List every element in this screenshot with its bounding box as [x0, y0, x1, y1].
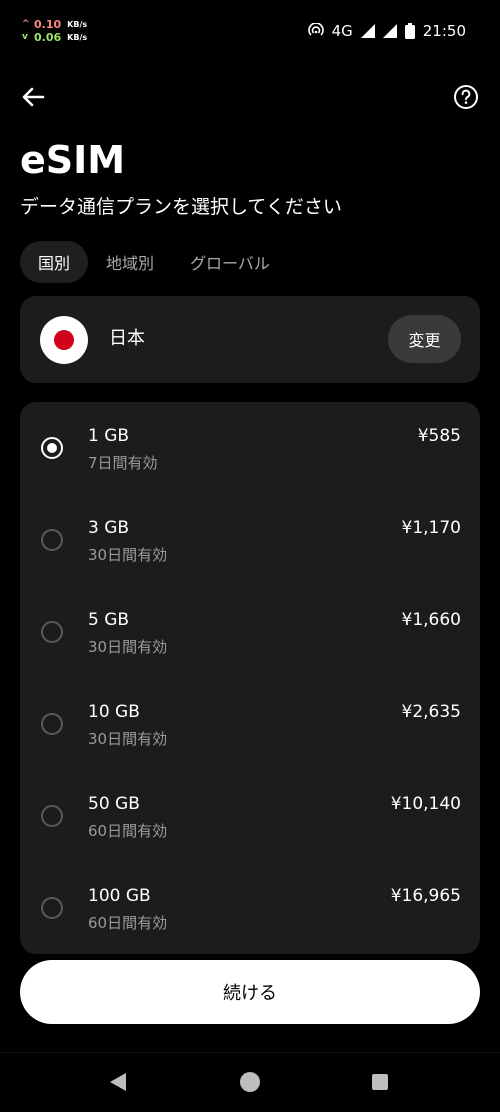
plan-item-1gb[interactable]: 1 GB 7日間有効 ¥585 — [20, 402, 480, 494]
plan-size: 100 GB — [88, 886, 151, 906]
country-card: 日本 変更 — [20, 296, 480, 383]
back-button[interactable] — [18, 82, 48, 112]
radio-button[interactable] — [41, 713, 63, 735]
radio-button[interactable] — [41, 805, 63, 827]
plan-price: ¥1,170 — [401, 518, 461, 538]
tab-bar: 国別 地域別 グローバル — [20, 241, 288, 283]
flag-circle — [54, 330, 74, 350]
upload-speed-row: ^ 0.10 KB/s — [22, 18, 87, 31]
download-speed-row: v 0.06 KB/s — [22, 31, 87, 44]
continue-button[interactable]: 続ける — [20, 960, 480, 1024]
tab-country[interactable]: 国別 — [20, 241, 89, 283]
network-speed: ^ 0.10 KB/s v 0.06 KB/s — [22, 18, 87, 44]
plan-size: 10 GB — [88, 702, 140, 722]
radio-button[interactable] — [41, 529, 63, 551]
plan-price: ¥1,660 — [401, 610, 461, 630]
page-subtitle: データ通信プランを選択してください — [20, 196, 342, 218]
plan-item-5gb[interactable]: 5 GB 30日間有効 ¥1,660 — [20, 586, 480, 678]
plan-validity: 7日間有効 — [88, 454, 158, 472]
status-bar: ^ 0.10 KB/s v 0.06 KB/s 4G 21:50 — [0, 0, 500, 64]
plan-validity: 30日間有効 — [88, 638, 168, 656]
plan-price: ¥2,635 — [401, 702, 461, 722]
plan-item-3gb[interactable]: 3 GB 30日間有効 ¥1,170 — [20, 494, 480, 586]
page-title: eSIM — [20, 138, 126, 182]
download-unit: KB/s — [67, 33, 88, 42]
tab-global[interactable]: グローバル — [172, 241, 288, 283]
change-country-button[interactable]: 変更 — [388, 315, 461, 363]
plan-price: ¥10,140 — [390, 794, 461, 814]
battery-icon — [404, 23, 415, 39]
arrow-left-icon — [22, 87, 45, 107]
plan-validity: 30日間有効 — [88, 546, 168, 564]
question-circle-icon — [454, 85, 478, 109]
upload-unit: KB/s — [67, 20, 88, 29]
help-button[interactable] — [453, 84, 479, 110]
plan-size: 3 GB — [88, 518, 130, 538]
tab-region[interactable]: 地域別 — [88, 241, 172, 283]
clock: 21:50 — [422, 22, 466, 40]
nav-home-icon[interactable] — [240, 1072, 260, 1092]
japan-flag-icon — [40, 316, 88, 364]
nav-recents-icon[interactable] — [372, 1074, 388, 1090]
radio-button[interactable] — [41, 621, 63, 643]
plan-size: 5 GB — [88, 610, 130, 630]
plan-validity: 30日間有効 — [88, 730, 168, 748]
plan-price: ¥585 — [417, 426, 461, 446]
plan-item-100gb[interactable]: 100 GB 60日間有効 ¥16,965 — [20, 862, 480, 954]
plan-item-10gb[interactable]: 10 GB 30日間有効 ¥2,635 — [20, 678, 480, 770]
system-nav-bar — [0, 1052, 500, 1112]
plan-validity: 60日間有効 — [88, 914, 168, 932]
plan-validity: 60日間有効 — [88, 822, 168, 840]
plan-size: 1 GB — [88, 426, 130, 446]
upload-arrow-icon: ^ — [22, 19, 30, 29]
signal-icon-1 — [360, 24, 375, 38]
plan-price: ¥16,965 — [390, 886, 461, 906]
hotspot-icon — [307, 23, 324, 36]
country-name: 日本 — [109, 328, 145, 349]
status-icons: 4G 21:50 — [307, 22, 466, 40]
plan-size: 50 GB — [88, 794, 140, 814]
plan-item-50gb[interactable]: 50 GB 60日間有効 ¥10,140 — [20, 770, 480, 862]
upload-speed: 0.10 — [34, 18, 62, 31]
radio-button[interactable] — [41, 897, 63, 919]
download-speed: 0.06 — [34, 31, 62, 44]
network-type: 4G — [331, 22, 353, 40]
download-arrow-icon: v — [22, 32, 28, 42]
plan-list: 1 GB 7日間有効 ¥585 3 GB 30日間有効 ¥1,170 5 GB … — [20, 402, 480, 954]
signal-icon-2 — [382, 24, 397, 38]
nav-back-icon[interactable] — [110, 1073, 126, 1091]
radio-button-selected[interactable] — [41, 437, 63, 459]
